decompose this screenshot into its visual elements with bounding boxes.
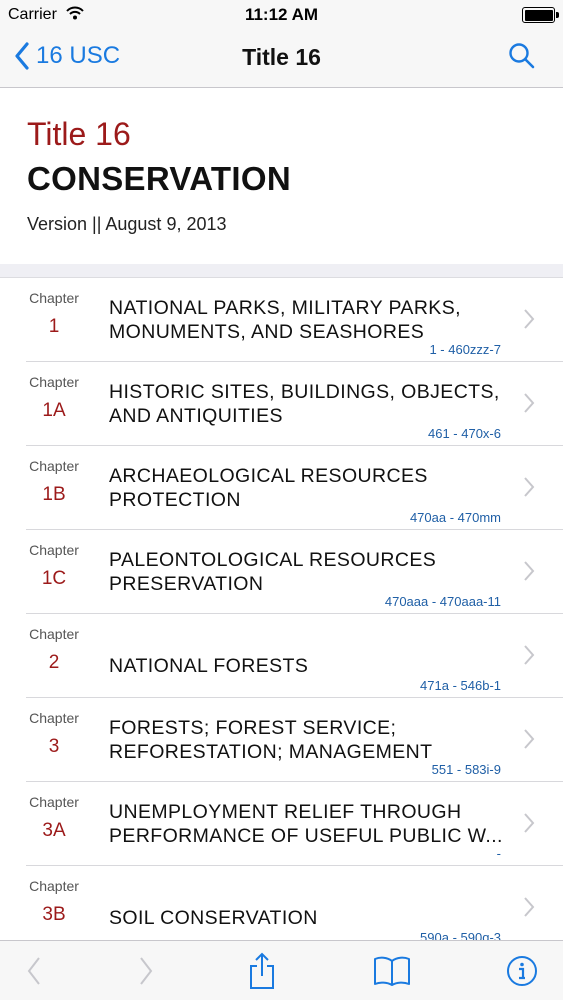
- chapter-title: PALEONTOLOGICAL RESOURCES PRESERVATION: [109, 549, 437, 595]
- chapter-label: Chapter: [29, 626, 79, 642]
- chapter-row[interactable]: Chapter 3A UNEMPLOYMENT RELIEF THROUGH PER…: [0, 782, 563, 866]
- share-icon: [250, 952, 274, 989]
- chapter-label: Chapter: [29, 458, 79, 474]
- info-button[interactable]: [502, 941, 542, 1000]
- navigation-bar: 16 USC Title 16: [0, 30, 563, 88]
- status-time: 11:12 AM: [244, 5, 319, 24]
- chevron-right-icon: [524, 897, 535, 917]
- chevron-right-icon: [524, 813, 535, 833]
- page-title: Title 16: [242, 44, 321, 70]
- chevron-right-icon: [524, 477, 535, 497]
- bottom-toolbar: [0, 940, 563, 1000]
- book-icon: [374, 956, 410, 986]
- chapter-section-range: 1 - 460zzz-7: [429, 342, 501, 357]
- chapter-row[interactable]: Chapter 1B ARCHAEOLOGICAL RESOURCES PROTEC…: [0, 446, 563, 530]
- chapter-title: HISTORIC SITES, BUILDINGS, OBJECTS, AND …: [109, 381, 500, 427]
- chapter-section-range: -: [496, 846, 501, 861]
- bookmarks-button[interactable]: [370, 941, 414, 1000]
- forward-arrow-icon: [140, 957, 153, 985]
- title-name: CONSERVATION: [27, 160, 291, 197]
- chapter-section-range: 471a - 546b-1: [420, 678, 501, 693]
- chapter-label: Chapter: [29, 290, 79, 306]
- chevron-right-icon: [524, 561, 535, 581]
- chapter-label: Chapter: [29, 710, 79, 726]
- status-bar: Carrier 11:12 AM: [0, 0, 563, 30]
- chapter-row[interactable]: Chapter 1C PALEONTOLOGICAL RESOURCES PRESE…: [0, 530, 563, 614]
- chapter-number: 1B: [42, 484, 66, 505]
- chapter-number: 3B: [42, 904, 66, 925]
- chapter-number: 1A: [42, 400, 66, 421]
- chapter-title: NATIONAL FORESTS: [109, 655, 309, 677]
- chapter-number: 1: [48, 316, 60, 337]
- chapter-row[interactable]: Chapter 3B SOIL CONSERVATION 590a - 590q-3: [0, 866, 563, 940]
- chapter-label: Chapter: [29, 374, 79, 390]
- chapter-list[interactable]: Chapter 1 NATIONAL PARKS, MILITARY PARKS, …: [0, 278, 563, 940]
- section-separator: [0, 264, 563, 278]
- battery-icon: [522, 7, 559, 23]
- chevron-right-icon: [524, 309, 535, 329]
- chapter-title: NATIONAL PARKS, MILITARY PARKS, MONUMENT…: [109, 297, 461, 343]
- chapter-section-range: 470aa - 470mm: [409, 510, 501, 525]
- chapter-label: Chapter: [29, 878, 79, 894]
- title-header: Title 16 CONSERVATION Version || August …: [0, 88, 563, 264]
- chapter-label: Chapter: [29, 542, 79, 558]
- version-label: Version || August 9, 2013: [27, 214, 227, 234]
- chapter-number: 2: [48, 652, 60, 673]
- chapter-title: FORESTS; FOREST SERVICE; REFORESTATION; …: [109, 717, 433, 763]
- chapter-row[interactable]: Chapter 1A HISTORIC SITES, BUILDINGS, OBJE…: [0, 362, 563, 446]
- chapter-number: 1C: [41, 568, 67, 589]
- chapter-section-range: 470aaa - 470aaa-11: [384, 594, 501, 609]
- chapter-title: UNEMPLOYMENT RELIEF THROUGH PERFORMANCE …: [109, 801, 503, 847]
- info-icon: [507, 956, 537, 986]
- chapter-section-range: 461 - 470x-6: [428, 426, 501, 441]
- search-button[interactable]: [508, 42, 536, 75]
- chapter-row[interactable]: Chapter 3 FORESTS; FOREST SERVICE; REFORES…: [0, 698, 563, 782]
- back-arrow-icon: [27, 957, 40, 985]
- chapter-title: SOIL CONSERVATION: [109, 907, 318, 929]
- chapter-title: ARCHAEOLOGICAL RESOURCES PROTECTION: [109, 465, 428, 511]
- chevron-right-icon: [524, 393, 535, 413]
- chapter-row[interactable]: Chapter 2 NATIONAL FORESTS 471a - 546b-1: [0, 614, 563, 698]
- back-arrow-button[interactable]: [14, 941, 54, 1000]
- forward-arrow-button[interactable]: [126, 941, 166, 1000]
- chapter-label: Chapter: [29, 794, 79, 810]
- chapter-number: 3: [48, 736, 60, 757]
- chevron-right-icon: [524, 645, 535, 665]
- chapter-section-range: 551 - 583i-9: [431, 762, 501, 777]
- title-number: Title 16: [27, 116, 131, 152]
- share-button[interactable]: [242, 941, 282, 1000]
- chapter-row[interactable]: Chapter 1 NATIONAL PARKS, MILITARY PARKS, …: [0, 278, 563, 362]
- search-icon: [509, 43, 535, 69]
- chevron-right-icon: [524, 729, 535, 749]
- chapter-number: 3A: [42, 820, 66, 841]
- chapter-section-range: 590a - 590q-3: [420, 930, 501, 940]
